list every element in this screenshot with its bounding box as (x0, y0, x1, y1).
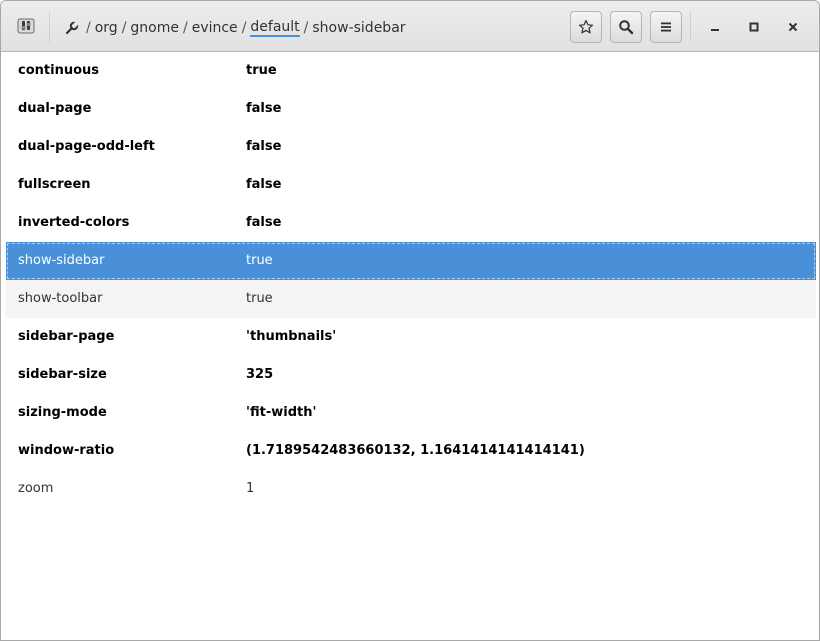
key-row-sidebar-size[interactable]: sidebar-size 325 (6, 356, 816, 394)
key-row-sizing-mode[interactable]: sizing-mode 'fit-width' (6, 394, 816, 432)
key-value: false (246, 139, 282, 154)
key-value: 1 (246, 481, 255, 496)
close-icon (788, 22, 798, 32)
key-value: true (246, 63, 277, 78)
key-value: (1.7189542483660132, 1.1641414141414141) (246, 443, 585, 458)
key-name: dual-page-odd-left (18, 139, 155, 154)
key-row-dual-page-odd-left[interactable]: dual-page-odd-left false (6, 128, 816, 166)
key-row-show-sidebar[interactable]: show-sidebar true (6, 242, 816, 280)
path-segment-show-sidebar[interactable]: show-sidebar (312, 20, 405, 37)
key-name: show-sidebar (18, 253, 105, 268)
key-name: inverted-colors (18, 215, 130, 230)
dconf-editor-app-icon[interactable] (17, 18, 35, 34)
key-name: fullscreen (18, 177, 91, 192)
key-value: false (246, 101, 282, 116)
minimize-button[interactable] (702, 14, 728, 40)
key-row-inverted-colors[interactable]: inverted-colors false (6, 204, 816, 242)
key-row-continuous[interactable]: continuous true (6, 52, 816, 90)
path-segment-evince[interactable]: evince (192, 20, 238, 37)
path-segment-gnome[interactable]: gnome (130, 20, 179, 37)
key-name: sidebar-page (18, 329, 115, 344)
key-name: show-toolbar (18, 291, 103, 306)
keys-list: continuous true dual-page false dual-page-od… (6, 52, 816, 508)
key-row-dual-page[interactable]: dual-page false (6, 90, 816, 128)
key-value: 'fit-width' (246, 405, 317, 420)
key-name: dual-page (18, 101, 92, 116)
dconf-editor-window: / org / gnome / evince / default / show-… (0, 0, 820, 641)
key-row-fullscreen[interactable]: fullscreen false (6, 166, 816, 204)
key-value: 325 (246, 367, 274, 382)
path-segment-org[interactable]: org (95, 20, 118, 37)
search-button[interactable] (610, 11, 642, 43)
key-name: zoom (18, 481, 54, 496)
minimize-icon (711, 29, 719, 31)
path-separator: / (241, 20, 247, 36)
path-separator: / (303, 20, 309, 36)
wrench-icon[interactable] (65, 21, 79, 35)
path-separator: / (121, 20, 127, 36)
menu-icon (661, 22, 671, 32)
key-row-sidebar-page[interactable]: sidebar-page 'thumbnails' (6, 318, 816, 356)
key-value: true (246, 291, 273, 306)
key-value: true (246, 253, 273, 268)
bookmark-star-icon (578, 19, 594, 34)
key-name: continuous (18, 63, 99, 78)
key-name: sizing-mode (18, 405, 107, 420)
bookmark-button[interactable] (570, 11, 602, 43)
key-row-zoom[interactable]: zoom 1 (6, 470, 816, 508)
key-row-show-toolbar[interactable]: show-toolbar true (6, 280, 816, 318)
header-bar: / org / gnome / evince / default / show-… (1, 1, 819, 52)
key-value: 'thumbnails' (246, 329, 337, 344)
maximize-button[interactable] (741, 14, 767, 40)
key-name: window-ratio (18, 443, 115, 458)
path-separator: / (86, 20, 91, 36)
path-segment-default[interactable]: default (250, 19, 300, 37)
key-value: false (246, 215, 282, 230)
header-separator (690, 12, 691, 42)
key-row-window-ratio[interactable]: window-ratio (1.7189542483660132, 1.16414… (6, 432, 816, 470)
close-button[interactable] (780, 14, 806, 40)
header-separator (49, 12, 50, 42)
key-name: sidebar-size (18, 367, 107, 382)
key-value: false (246, 177, 282, 192)
search-icon (619, 20, 634, 35)
menu-button[interactable] (650, 11, 682, 43)
path-separator: / (182, 20, 188, 36)
path-bar: / org / gnome / evince / default / show-… (65, 18, 406, 38)
maximize-icon (749, 22, 759, 32)
